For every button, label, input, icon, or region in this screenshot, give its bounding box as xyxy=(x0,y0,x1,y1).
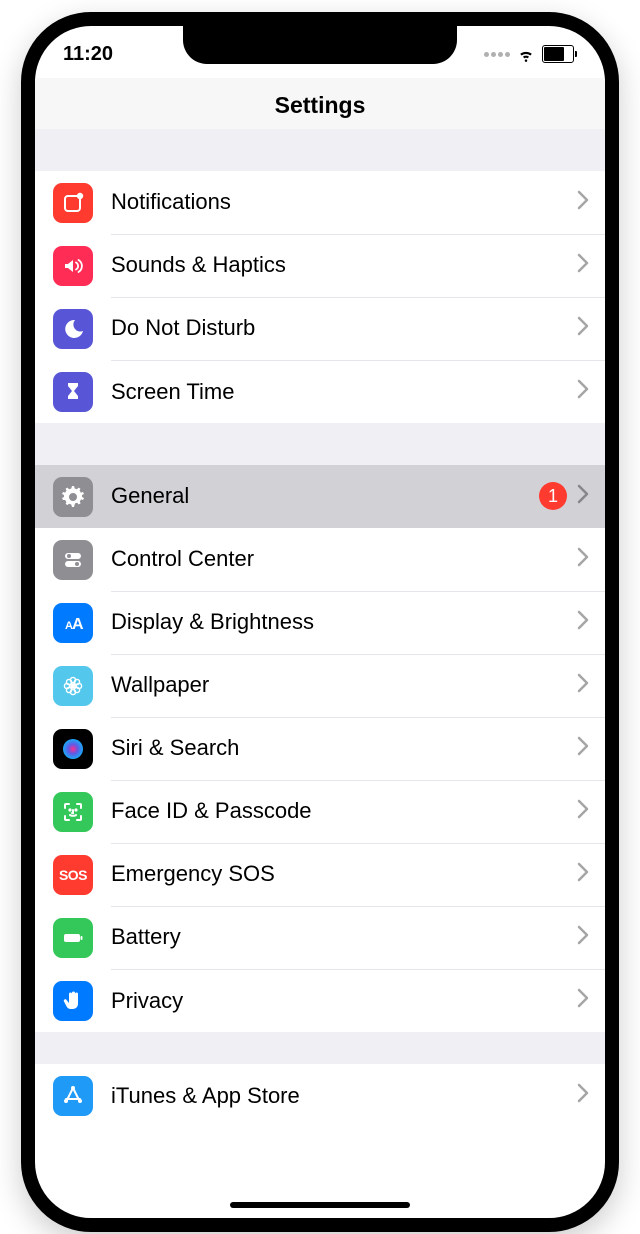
chevron-right-icon xyxy=(577,799,589,824)
settings-row-notifications[interactable]: Notifications xyxy=(35,171,605,234)
settings-row-dnd[interactable]: Do Not Disturb xyxy=(35,297,605,360)
chevron-right-icon xyxy=(577,547,589,572)
settings-row-appstore[interactable]: iTunes & App Store xyxy=(35,1064,605,1127)
settings-row-label: Battery xyxy=(111,924,577,950)
settings-row-faceid[interactable]: Face ID & Passcode xyxy=(35,780,605,843)
chevron-right-icon xyxy=(577,1083,589,1108)
svg-text:A: A xyxy=(72,616,84,633)
settings-row-controlcenter[interactable]: Control Center xyxy=(35,528,605,591)
settings-list[interactable]: Notifications Sounds & Haptics Do Not Dist… xyxy=(35,129,605,1127)
settings-row-sos[interactable]: SOS Emergency SOS xyxy=(35,843,605,906)
chevron-right-icon xyxy=(577,988,589,1013)
chevron-right-icon xyxy=(577,379,589,404)
chevron-right-icon xyxy=(577,190,589,215)
status-time: 11:20 xyxy=(63,43,113,66)
cellular-icon xyxy=(484,52,510,57)
settings-row-label: Wallpaper xyxy=(111,672,577,698)
settings-row-label: Privacy xyxy=(111,988,577,1014)
settings-row-sounds[interactable]: Sounds & Haptics xyxy=(35,234,605,297)
settings-row-battery[interactable]: Battery xyxy=(35,906,605,969)
settings-row-label: Siri & Search xyxy=(111,735,577,761)
chevron-right-icon xyxy=(577,862,589,887)
settings-row-label: Notifications xyxy=(111,189,577,215)
sos-icon: SOS xyxy=(53,855,93,895)
notch xyxy=(183,24,457,64)
notification-badge-icon xyxy=(53,183,93,223)
wifi-icon xyxy=(516,44,536,64)
phone-frame: 11:20 Settings Notifications Sounds & Hap… xyxy=(21,12,619,1232)
settings-row-screentime[interactable]: Screen Time xyxy=(35,360,605,423)
chevron-right-icon xyxy=(577,316,589,341)
hourglass-icon xyxy=(53,372,93,412)
battery-icon xyxy=(542,45,577,63)
face-id-icon xyxy=(53,792,93,832)
settings-row-label: Sounds & Haptics xyxy=(111,252,577,278)
toggles-icon xyxy=(53,540,93,580)
settings-row-label: Display & Brightness xyxy=(111,609,577,635)
settings-row-label: General xyxy=(111,483,539,509)
settings-row-privacy[interactable]: Privacy xyxy=(35,969,605,1032)
gear-icon xyxy=(53,477,93,517)
flower-icon xyxy=(53,666,93,706)
settings-row-general[interactable]: General1 xyxy=(35,465,605,528)
settings-row-display[interactable]: AA Display & Brightness xyxy=(35,591,605,654)
battery-icon xyxy=(53,918,93,958)
settings-row-wallpaper[interactable]: Wallpaper xyxy=(35,654,605,717)
settings-row-label: Screen Time xyxy=(111,379,577,405)
chevron-right-icon xyxy=(577,253,589,278)
chevron-right-icon xyxy=(577,736,589,761)
speaker-icon xyxy=(53,246,93,286)
settings-row-siri[interactable]: Siri & Search xyxy=(35,717,605,780)
chevron-right-icon xyxy=(577,673,589,698)
settings-row-label: Do Not Disturb xyxy=(111,315,577,341)
chevron-right-icon xyxy=(577,925,589,950)
settings-row-label: Emergency SOS xyxy=(111,861,577,887)
notification-badge: 1 xyxy=(539,482,567,510)
chevron-right-icon xyxy=(577,610,589,635)
hand-icon xyxy=(53,981,93,1021)
settings-row-label: Control Center xyxy=(111,546,577,572)
appstore-icon xyxy=(53,1076,93,1116)
text-size-icon: AA xyxy=(53,603,93,643)
page-title: Settings xyxy=(35,78,605,129)
home-indicator[interactable] xyxy=(230,1202,410,1208)
chevron-right-icon xyxy=(577,484,589,509)
moon-icon xyxy=(53,309,93,349)
settings-row-label: iTunes & App Store xyxy=(111,1083,577,1109)
siri-icon xyxy=(53,729,93,769)
settings-row-label: Face ID & Passcode xyxy=(111,798,577,824)
